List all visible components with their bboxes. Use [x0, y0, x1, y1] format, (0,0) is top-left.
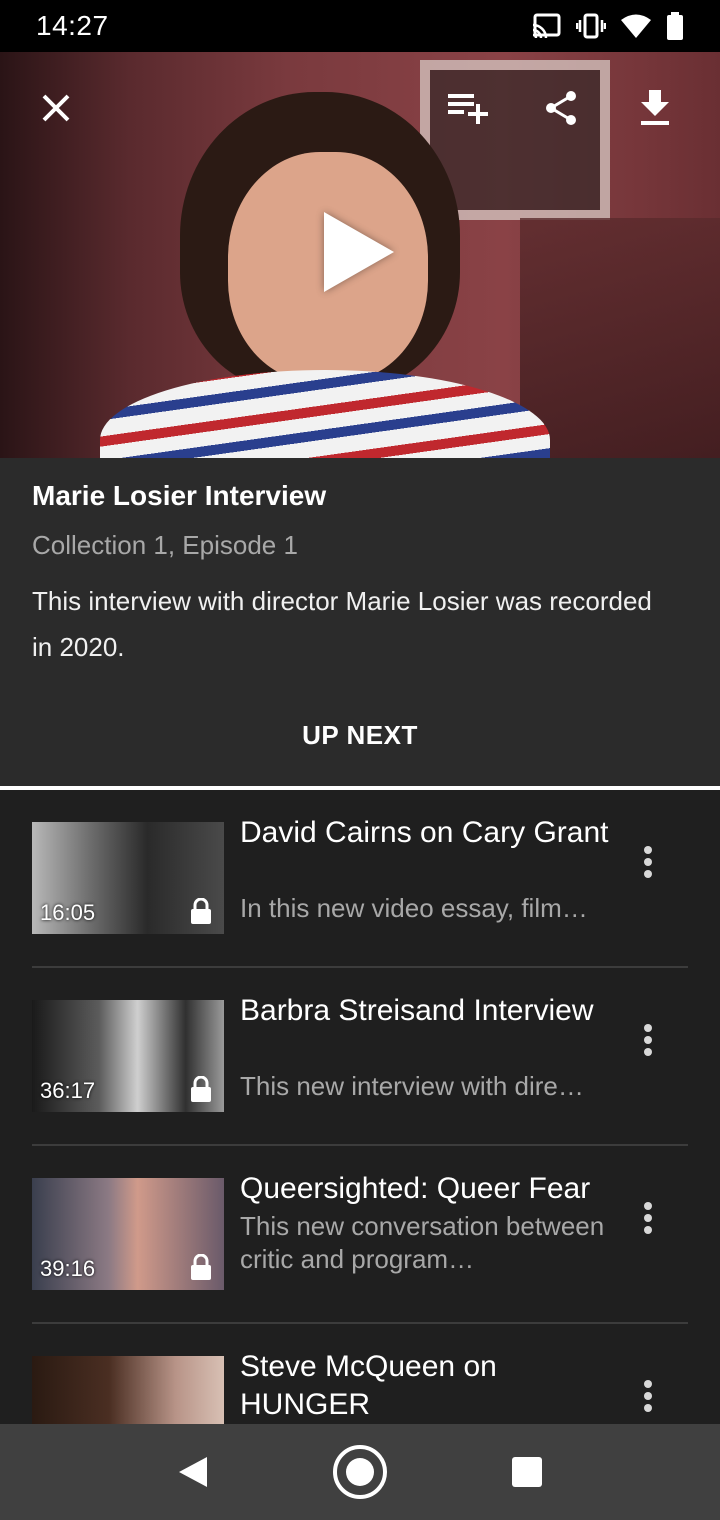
- lock-icon: [191, 1254, 211, 1280]
- status-time: 14:27: [36, 10, 109, 41]
- more-options-icon: [644, 1202, 652, 1210]
- more-options-button[interactable]: [628, 1374, 668, 1418]
- item-title: David Cairns on Cary Grant: [240, 816, 609, 849]
- thumbnail-subject-shirt: [100, 370, 550, 458]
- home-button[interactable]: [330, 1442, 390, 1502]
- download-icon: [641, 90, 669, 125]
- system-nav-bar: [0, 1424, 720, 1520]
- duration-label: 36:17: [40, 1078, 96, 1103]
- status-icons: [532, 12, 684, 40]
- item-description: This new interview with dire…: [240, 1071, 584, 1101]
- video-description: This interview with director Marie Losie…: [32, 586, 652, 662]
- back-button[interactable]: [163, 1442, 223, 1502]
- more-options-icon: [644, 1380, 652, 1388]
- item-title: Barbra Streisand Interview: [240, 994, 594, 1027]
- lock-icon: [191, 1076, 211, 1102]
- more-options-button[interactable]: [628, 1018, 668, 1062]
- video-thumbnail[interactable]: 16:05: [32, 822, 224, 934]
- video-thumbnail[interactable]: [32, 1356, 224, 1424]
- background-shelf: [520, 218, 720, 458]
- share-icon: [546, 91, 576, 125]
- add-to-queue-icon: [448, 94, 488, 124]
- vibrate-icon: [576, 13, 606, 39]
- close-icon: [42, 94, 70, 122]
- wifi-icon: [621, 14, 651, 38]
- duration-label: 16:05: [40, 900, 96, 925]
- item-description: In this new video essay, film…: [240, 893, 588, 923]
- battery-icon: [667, 12, 683, 40]
- tab-up-next[interactable]: UP NEXT: [0, 720, 720, 751]
- video-thumbnail[interactable]: 36:17: [32, 1000, 224, 1112]
- list-item[interactable]: 16:05 David Cairns on Cary Grant In this…: [0, 790, 720, 968]
- list-item[interactable]: Steve McQueen on HUNGER: [0, 1324, 720, 1424]
- video-subtitle: Collection 1, Episode 1: [32, 530, 298, 560]
- download-button[interactable]: [627, 80, 683, 136]
- close-button[interactable]: [28, 80, 84, 136]
- more-options-icon: [644, 846, 652, 854]
- more-options-button[interactable]: [628, 1196, 668, 1240]
- video-title: Marie Losier Interview: [32, 480, 327, 511]
- duration-label: 39:16: [40, 1256, 96, 1281]
- lock-icon: [191, 898, 211, 924]
- up-next-list[interactable]: 16:05 David Cairns on Cary Grant In this…: [0, 790, 720, 1424]
- list-item[interactable]: 39:16 Queersighted: Queer Fear This new …: [0, 1146, 720, 1324]
- home-icon: [332, 1445, 387, 1499]
- cast-icon: [532, 13, 561, 39]
- video-player[interactable]: [0, 52, 720, 458]
- back-icon: [179, 1457, 208, 1487]
- video-thumbnail[interactable]: 39:16: [32, 1178, 224, 1290]
- more-options-button[interactable]: [628, 840, 668, 884]
- share-button[interactable]: [533, 80, 589, 136]
- item-title: Queersighted: Queer Fear: [240, 1172, 591, 1205]
- recents-button[interactable]: [497, 1442, 557, 1502]
- list-item[interactable]: 36:17 Barbra Streisand Interview This ne…: [0, 968, 720, 1146]
- play-icon[interactable]: [324, 212, 394, 292]
- item-title: Steve McQueen on HUNGER: [240, 1350, 497, 1421]
- more-options-icon: [644, 1024, 652, 1032]
- video-info: Marie Losier Interview Collection 1, Epi…: [0, 458, 720, 790]
- add-to-queue-button[interactable]: [440, 80, 496, 136]
- status-bar: 14:27: [0, 0, 720, 52]
- item-description: This new conversation between critic and…: [240, 1211, 605, 1274]
- recents-icon: [511, 1457, 542, 1487]
